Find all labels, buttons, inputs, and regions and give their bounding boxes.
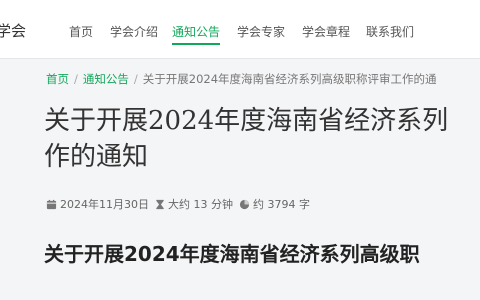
- nav-item-home[interactable]: 首页: [69, 23, 93, 40]
- meta-read-time: 大约 13 分钟: [155, 196, 233, 212]
- breadcrumb: 首页 / 通知公告 / 关于开展2024年度海南省经济系列高级职称评审工作的通: [46, 71, 437, 87]
- top-navigation: 学会 首页 学会介绍 通知公告 学会专家 学会章程 联系我们: [0, 0, 480, 59]
- meta-date-text: 2024年11月30日: [60, 198, 149, 211]
- hourglass-icon: [156, 199, 164, 209]
- page-title-line-1: 关于开展2024年度海南省经济系列: [44, 106, 449, 136]
- page-title-line-2: 作的通知: [44, 142, 149, 172]
- meta-word-count-text: 约 3794 字: [253, 198, 310, 211]
- article-heading: 关于开展2024年度海南省经济系列高级职: [44, 242, 420, 266]
- pie-icon: [239, 199, 250, 209]
- nav-item-notices[interactable]: 通知公告: [172, 23, 221, 45]
- meta-read-time-text: 大约 13 分钟: [168, 198, 233, 211]
- nav-item-about[interactable]: 学会介绍: [110, 23, 158, 40]
- calendar-icon: [46, 199, 57, 209]
- nav-item-charter[interactable]: 学会章程: [302, 23, 350, 40]
- breadcrumb-section[interactable]: 通知公告: [83, 72, 129, 86]
- breadcrumb-current: 关于开展2024年度海南省经济系列高级职称评审工作的通: [142, 72, 437, 86]
- breadcrumb-separator: /: [133, 72, 138, 86]
- meta-word-count: 约 3794 字: [239, 196, 310, 212]
- meta-date: 2024年11月30日: [46, 196, 149, 212]
- breadcrumb-home[interactable]: 首页: [46, 72, 69, 86]
- article-meta: 2024年11月30日 大约 13 分钟 约 3794 字: [46, 196, 316, 212]
- nav-item-experts[interactable]: 学会专家: [237, 23, 285, 40]
- page-title: 关于开展2024年度海南省经济系列 作的通知: [44, 103, 480, 175]
- nav-item-contact[interactable]: 联系我们: [366, 23, 414, 40]
- site-logo[interactable]: 学会: [0, 20, 26, 41]
- breadcrumb-separator: /: [74, 72, 78, 86]
